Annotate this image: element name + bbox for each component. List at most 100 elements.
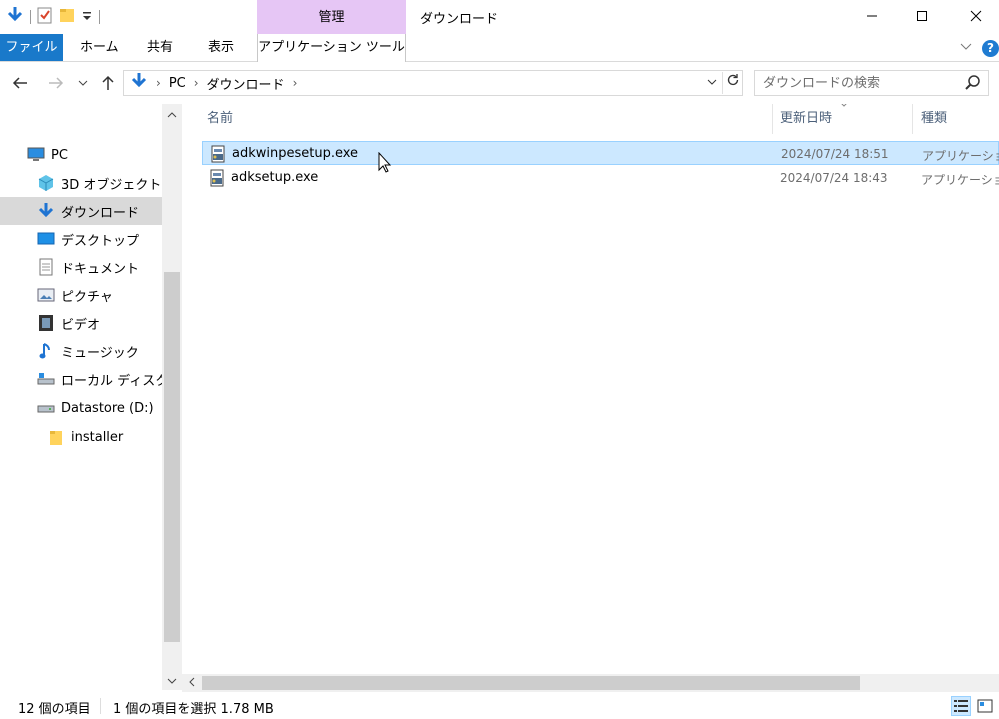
sidebar-item-local-disk[interactable]: ローカル ディスク (C <box>0 365 162 393</box>
large-icons-view-button[interactable] <box>975 696 995 716</box>
drive-icon <box>37 399 55 417</box>
breadcrumb-chevron-icon[interactable]: › <box>293 76 298 90</box>
column-divider[interactable] <box>772 104 773 134</box>
customize-toolbar-icon[interactable] <box>81 6 93 28</box>
search-input[interactable] <box>763 74 953 92</box>
address-bar[interactable]: › PC › ダウンロード › <box>123 70 743 96</box>
column-divider[interactable] <box>912 104 913 134</box>
column-header-name[interactable]: 名前 <box>207 104 233 134</box>
local-disk-icon <box>37 370 55 388</box>
properties-icon[interactable] <box>37 6 53 28</box>
sidebar-item-videos[interactable]: ビデオ <box>0 309 162 337</box>
sidebar-item-label: ミュージック <box>61 345 139 361</box>
tab-home[interactable]: ホーム <box>80 34 119 61</box>
sidebar-item-pc[interactable]: PC <box>0 141 162 169</box>
scrollbar-thumb[interactable] <box>202 676 860 690</box>
help-icon[interactable]: ? <box>982 40 999 57</box>
breadcrumb-chevron-icon[interactable]: › <box>194 76 199 90</box>
chevron-down-icon <box>167 678 177 684</box>
up-arrow-icon <box>102 75 114 90</box>
toolbar-separator <box>30 10 31 24</box>
details-view-button[interactable] <box>951 696 971 716</box>
installer-exe-icon <box>208 169 226 187</box>
tab-application-tools[interactable]: アプリケーション ツール <box>257 34 406 62</box>
mouse-cursor-icon <box>378 151 392 178</box>
file-row[interactable]: adksetup.exe 2024/07/24 18:43 アプリケーション <box>202 166 999 190</box>
maximize-icon <box>917 11 927 21</box>
scroll-up-button[interactable] <box>162 106 182 126</box>
refresh-icon <box>727 74 738 86</box>
music-icon <box>37 342 55 360</box>
file-modified: 2024/07/24 18:43 <box>780 171 888 185</box>
scrollbar-thumb[interactable] <box>164 272 180 642</box>
file-name: adksetup.exe <box>231 170 319 185</box>
forward-arrow-icon <box>49 77 64 89</box>
back-button[interactable] <box>8 72 32 94</box>
expand-ribbon-button[interactable] <box>958 38 974 56</box>
minimize-icon <box>867 15 877 17</box>
videos-icon <box>37 314 55 332</box>
search-icon[interactable] <box>963 73 983 93</box>
sidebar-item-desktop[interactable]: デスクトップ <box>0 225 162 253</box>
sidebar-item-datastore[interactable]: Datastore (D:) <box>0 394 162 422</box>
close-button[interactable] <box>953 0 999 32</box>
sidebar-item-installer[interactable]: installer <box>0 423 162 451</box>
details-view-icon <box>954 700 968 712</box>
sidebar-item-downloads[interactable]: ダウンロード <box>0 197 162 225</box>
navigation-pane: PC 3D オブジェクト ダウンロード デスクトップ ドキュメント ピクチャ ビ… <box>0 104 162 690</box>
sidebar-item-3d-objects[interactable]: 3D オブジェクト <box>0 169 162 197</box>
sidebar-item-label: ビデオ <box>61 317 101 333</box>
chevron-down-icon <box>960 43 972 50</box>
manage-tab[interactable]: 管理 <box>257 0 406 34</box>
ribbon-tab-bar: ファイル ホーム 共有 表示 アプリケーション ツール ? <box>0 34 999 62</box>
file-type: アプリケーション <box>921 173 999 187</box>
toolbar-separator <box>99 10 100 24</box>
navigation-pane-scrollbar[interactable] <box>162 104 182 690</box>
tab-file[interactable]: ファイル <box>0 34 63 61</box>
refresh-button[interactable] <box>722 72 742 94</box>
scroll-left-button[interactable] <box>184 674 200 692</box>
navigation-bar: › PC › ダウンロード › <box>0 62 999 104</box>
pictures-icon <box>37 286 55 304</box>
folder-icon <box>47 428 65 446</box>
breadcrumb-chevron-icon: › <box>156 76 161 90</box>
status-divider <box>100 698 101 714</box>
up-button[interactable] <box>96 72 120 94</box>
chevron-up-icon <box>167 112 177 118</box>
recent-locations-button[interactable] <box>74 72 92 94</box>
sidebar-item-label: ダウンロード <box>61 205 140 221</box>
file-modified: 2024/07/24 18:51 <box>781 147 889 161</box>
sidebar-item-pictures[interactable]: ピクチャ <box>0 281 162 309</box>
sidebar-item-documents[interactable]: ドキュメント <box>0 253 162 281</box>
sidebar-item-label: 3D オブジェクト <box>61 177 162 193</box>
address-dropdown-button[interactable] <box>704 74 720 92</box>
minimize-button[interactable] <box>849 0 895 32</box>
file-list-horizontal-scrollbar[interactable] <box>182 674 999 692</box>
search-box[interactable] <box>754 70 989 96</box>
forward-button[interactable] <box>44 72 68 94</box>
documents-icon <box>37 258 55 276</box>
scroll-down-button[interactable] <box>162 672 182 692</box>
column-header-type[interactable]: 種類 <box>921 104 947 134</box>
large-icons-view-icon <box>977 699 993 713</box>
sidebar-item-label: PC <box>51 147 68 163</box>
chevron-left-icon <box>189 677 195 687</box>
item-count: 12 個の項目 <box>18 702 91 717</box>
sidebar-item-music[interactable]: ミュージック <box>0 337 162 365</box>
quick-access-toolbar <box>6 6 100 28</box>
file-row[interactable]: adkwinpesetup.exe 2024/07/24 18:51 アプリケー… <box>202 141 999 165</box>
title-bar: 管理 ダウンロード <box>0 0 999 34</box>
breadcrumb-item-downloads[interactable]: ダウンロード <box>207 74 285 93</box>
sidebar-item-label: ドキュメント <box>61 261 140 277</box>
download-icon[interactable] <box>6 6 24 28</box>
sidebar-item-label: デスクトップ <box>61 233 140 249</box>
new-folder-icon[interactable] <box>59 6 75 28</box>
installer-exe-icon <box>209 145 227 163</box>
maximize-button[interactable] <box>899 0 945 32</box>
sidebar-item-label: ピクチャ <box>61 289 113 305</box>
chevron-down-icon <box>707 79 717 85</box>
column-header-modified[interactable]: 更新日時 <box>780 104 832 134</box>
tab-share[interactable]: 共有 <box>147 34 173 61</box>
breadcrumb-item-pc[interactable]: PC <box>169 76 186 91</box>
tab-view[interactable]: 表示 <box>208 34 234 61</box>
